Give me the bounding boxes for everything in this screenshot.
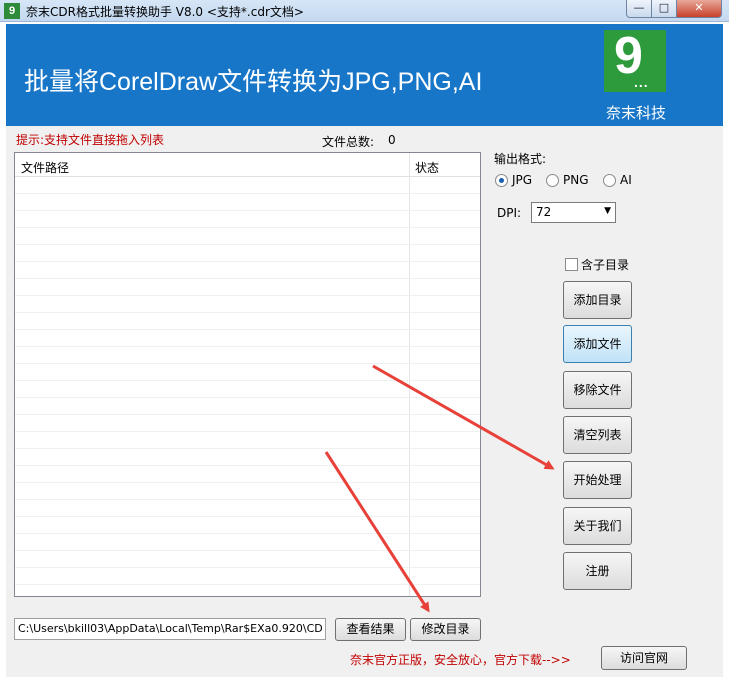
maximize-button[interactable]: □ (651, 0, 677, 18)
view-results-button[interactable]: 查看结果 (335, 618, 406, 641)
title-bar: 9 奈末CDR格式批量转换助手 V8.0 <支持*.cdr文档> — □ ✕ (0, 0, 729, 22)
output-path-field[interactable]: C:\Users\bkill03\AppData\Local\Temp\Rar$… (14, 618, 326, 640)
radio-label: AI (620, 173, 632, 187)
register-button[interactable]: 注册 (563, 552, 632, 590)
dpi-select[interactable]: 72 ▼ (531, 202, 616, 223)
add-folder-button[interactable]: 添加目录 (563, 281, 632, 319)
checkbox-box[interactable] (565, 258, 578, 271)
brand-name: 奈末科技 (605, 104, 666, 122)
file-count-label: 文件总数: (322, 135, 375, 149)
file-list[interactable]: 文件路径 状态 (14, 152, 481, 597)
column-header-path[interactable]: 文件路径 (21, 159, 69, 176)
format-radio-ai[interactable]: AI (603, 173, 632, 187)
window-title: 奈末CDR格式批量转换助手 V8.0 <支持*.cdr文档> (26, 5, 304, 19)
remove-file-button[interactable]: 移除文件 (563, 371, 632, 409)
format-radio-jpg[interactable]: JPG (495, 173, 532, 187)
file-count-value: 0 (388, 133, 396, 147)
minimize-button[interactable]: — (626, 0, 652, 18)
list-rows (15, 177, 480, 596)
app-logo-icon: 9 (4, 3, 20, 19)
radio-button[interactable] (603, 173, 616, 187)
dpi-value: 72 (536, 205, 552, 219)
radio-button[interactable] (546, 173, 559, 187)
brand-logo: 9 ... (604, 27, 666, 92)
banner-title: 批量将CorelDraw文件转换为JPG,PNG,AI (24, 68, 483, 96)
header-banner: 批量将CorelDraw文件转换为JPG,PNG,AI 9 ... 奈末科技 (6, 24, 723, 126)
list-header: 文件路径 状态 (15, 153, 480, 177)
format-radio-png[interactable]: PNG (546, 173, 589, 187)
checkbox-label: 含子目录 (581, 258, 630, 272)
include-subdir-checkbox[interactable]: 含子目录 (565, 256, 629, 273)
change-folder-button[interactable]: 修改目录 (410, 618, 481, 641)
start-processing-button[interactable]: 开始处理 (563, 461, 632, 499)
output-format-label: 输出格式: (494, 152, 547, 166)
visit-website-button[interactable]: 访问官网 (601, 646, 687, 670)
chevron-down-icon[interactable]: ▼ (604, 206, 611, 216)
clear-list-button[interactable]: 清空列表 (563, 416, 632, 454)
radio-label: JPG (512, 173, 533, 187)
logo-dots: ... (634, 74, 649, 90)
dpi-label: DPI: (497, 206, 522, 220)
close-button[interactable]: ✕ (676, 0, 722, 18)
radio-button[interactable] (495, 173, 508, 187)
drag-hint: 提示:支持文件直接拖入列表 (16, 133, 165, 147)
about-us-button[interactable]: 关于我们 (563, 507, 632, 545)
promo-text: 奈末官方正版，安全放心，官方下载-->> (350, 653, 571, 667)
column-header-status[interactable]: 状态 (415, 159, 439, 176)
add-file-button[interactable]: 添加文件 (563, 325, 632, 363)
radio-label: PNG (563, 173, 589, 187)
